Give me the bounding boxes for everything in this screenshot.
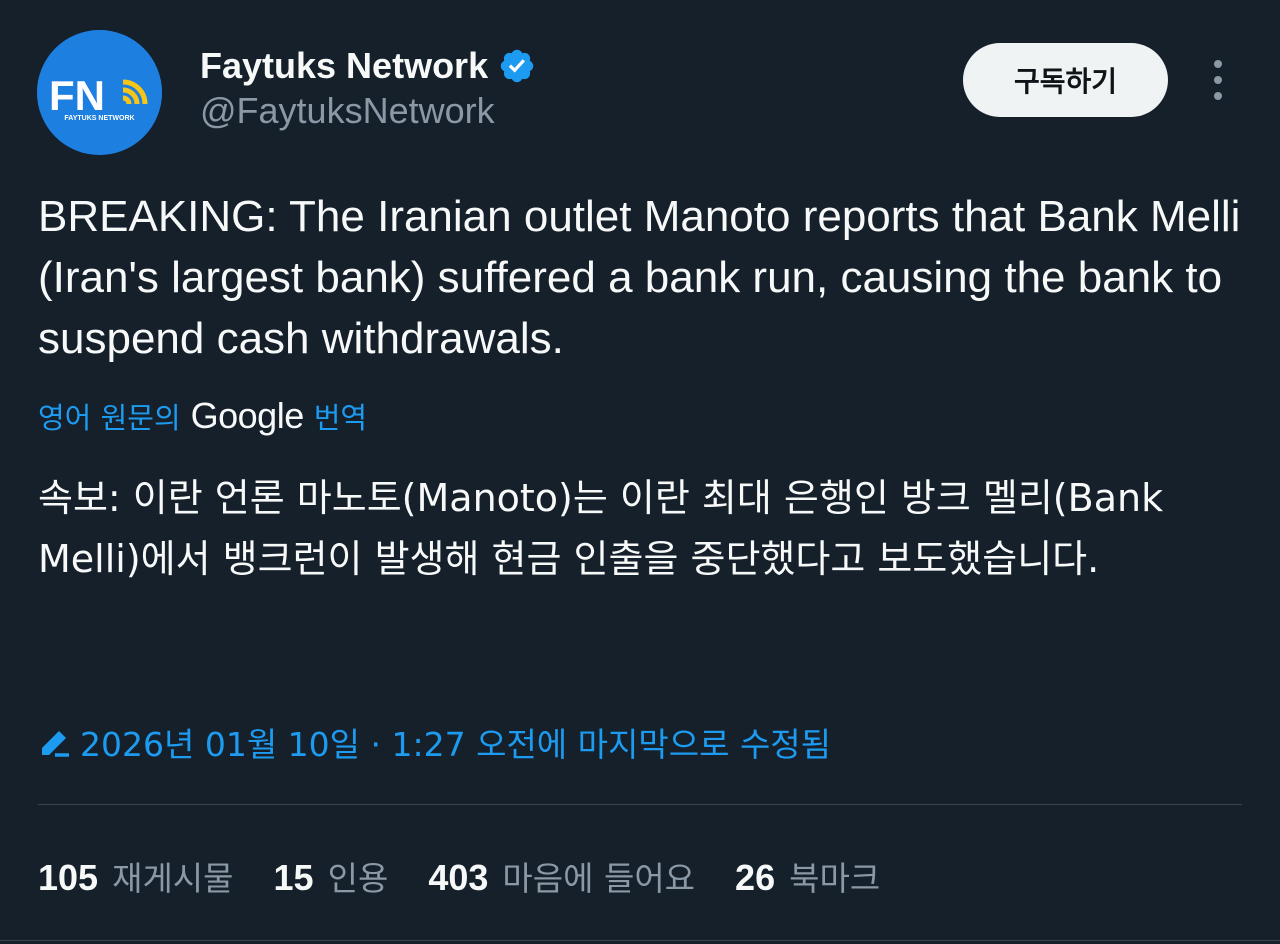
author-name-row[interactable]: Faytuks Network <box>200 44 536 88</box>
verified-badge-icon <box>500 49 534 83</box>
faytuks-logo-icon: FN FAYTUKS NETWORK <box>37 30 162 155</box>
stat-count: 15 <box>273 857 314 898</box>
google-brand: Google <box>190 395 305 436</box>
avatar[interactable]: FN FAYTUKS NETWORK <box>37 30 162 155</box>
subscribe-button[interactable]: 구독하기 <box>963 43 1168 117</box>
engagement-stats: 105 재게시물 15 인용 403 마음에 들어요 26 북마크 <box>38 852 920 900</box>
stat-reposts[interactable]: 105 재게시물 <box>38 852 234 900</box>
translate-link[interactable]: 영어 원문의 Google 번역 <box>38 394 367 438</box>
stat-label: 마음에 들어요 <box>502 859 696 898</box>
translated-text: 속보: 이란 언론 마노토(Manoto)는 이란 최대 은행인 방크 멜리(B… <box>38 476 1164 581</box>
stat-label: 북마크 <box>789 859 881 898</box>
stat-label: 인용 <box>327 859 389 898</box>
stat-count: 26 <box>735 857 776 898</box>
author-display-name[interactable]: Faytuks Network <box>200 45 488 87</box>
avatar-logo-letters: FN <box>49 72 105 119</box>
more-vertical-icon <box>1214 60 1222 100</box>
stat-count: 403 <box>428 857 489 898</box>
tweet-text: BREAKING: The Iranian outlet Manoto repo… <box>38 192 1241 363</box>
bottom-divider <box>0 940 1280 941</box>
translate-prefix[interactable]: 영어 원문의 <box>38 395 181 437</box>
stat-bookmarks[interactable]: 26 북마크 <box>735 852 880 900</box>
divider <box>38 804 1242 805</box>
avatar-logo-subtext: FAYTUKS NETWORK <box>64 115 134 122</box>
stat-likes[interactable]: 403 마음에 들어요 <box>428 852 695 900</box>
translate-suffix[interactable]: 번역 <box>314 395 367 437</box>
stat-count: 105 <box>38 857 99 898</box>
stat-quotes[interactable]: 15 인용 <box>274 852 389 900</box>
more-options-button[interactable] <box>1200 58 1236 102</box>
author-handle[interactable]: @FaytuksNetwork <box>200 90 495 132</box>
edited-info[interactable]: 2026년 01월 10일 · 1:27 오전에 마지막으로 수정됨 <box>38 718 831 766</box>
stat-label: 재게시물 <box>112 859 234 898</box>
pencil-edit-icon <box>42 731 69 757</box>
edited-timestamp[interactable]: 2026년 01월 10일 · 1:27 오전에 마지막으로 수정됨 <box>80 718 831 766</box>
